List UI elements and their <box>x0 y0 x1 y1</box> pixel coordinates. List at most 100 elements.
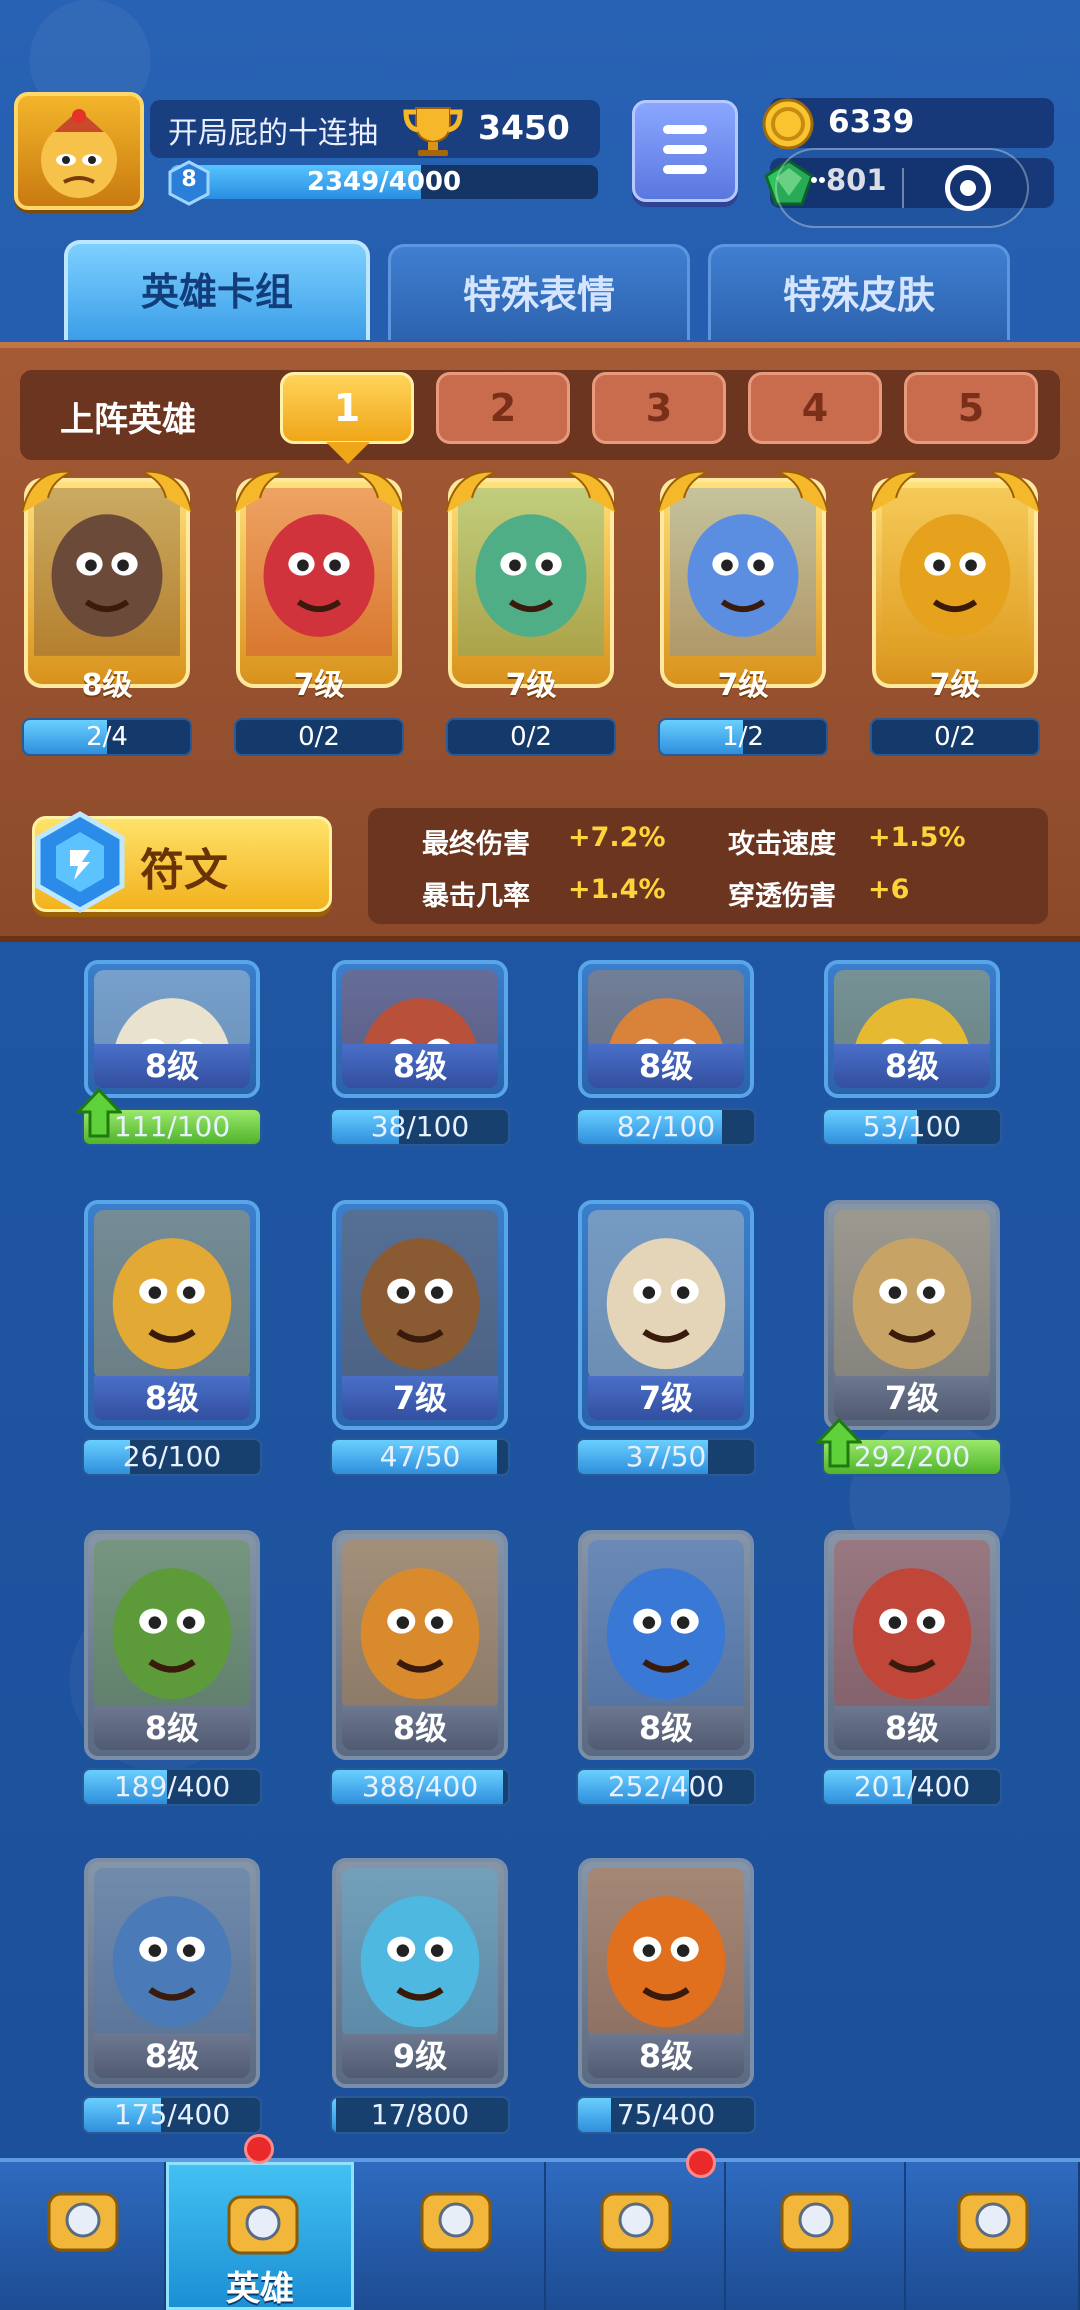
hero-level: 9级 <box>342 2034 498 2078</box>
nav-item[interactable] <box>0 2162 166 2310</box>
gold-dragon-icon <box>445 470 617 514</box>
progress-text: 252/400 <box>607 1770 725 1803</box>
deck-hero-card[interactable] <box>224 458 414 690</box>
stat-value-final-damage: +7.2% <box>568 822 666 853</box>
hero-level: 8级 <box>94 1706 250 1750</box>
nav-item[interactable] <box>366 2162 546 2310</box>
menu-button[interactable] <box>632 100 738 202</box>
deck-hero-level: 7级 <box>929 668 981 703</box>
deck-hero-progress: 0/2 <box>234 718 404 756</box>
tab-special-emotes[interactable]: 特殊表情 <box>388 244 690 340</box>
gold-dragon-icon <box>21 470 193 514</box>
close-target-icon[interactable] <box>945 165 991 211</box>
deck-slot-3[interactable]: 3 <box>592 372 726 444</box>
capsule-divider <box>902 168 904 208</box>
progress-text: 38/100 <box>370 1110 470 1143</box>
stat-value-crit-chance: +1.4% <box>568 874 666 905</box>
trophy-icon <box>403 107 463 156</box>
stat-value-attack-speed: +1.5% <box>868 822 966 853</box>
hero-card-progress: 388/400 <box>330 1768 510 1806</box>
progress-text: 189/400 <box>113 1770 231 1803</box>
gold-dragon-icon <box>869 470 1041 514</box>
nav-item[interactable]: 英雄 <box>166 2162 354 2310</box>
hero-card[interactable]: 8级 <box>84 1858 260 2088</box>
player-avatar[interactable] <box>14 92 144 210</box>
rune-label: 符文 <box>140 845 228 896</box>
avatar-face-icon <box>41 109 117 198</box>
bandit-hero <box>342 970 498 1050</box>
tab-hero-deck[interactable]: 英雄卡组 <box>64 240 370 340</box>
nav-item[interactable] <box>906 2162 1080 2310</box>
hero-card[interactable]: 7级 <box>824 1200 1000 1430</box>
deck-hero-level: 7级 <box>505 668 557 703</box>
deck-slot-2[interactable]: 2 <box>436 372 570 444</box>
menu-line-icon <box>663 165 707 174</box>
hero-level: 8级 <box>588 1044 744 1088</box>
hero-card[interactable]: 8级 <box>578 960 754 1098</box>
menu-line-icon <box>663 145 707 154</box>
hero-card-progress: 26/100 <box>82 1438 262 1476</box>
deck-hero-progress: 2/4 <box>22 718 192 756</box>
deck-hero-card[interactable] <box>648 458 838 690</box>
nav-item[interactable] <box>546 2162 726 2310</box>
deck-slot-1[interactable]: 1 <box>280 372 414 444</box>
hero-level: 8级 <box>834 1706 990 1750</box>
deck-hero-level: 7级 <box>293 668 345 703</box>
progress-text: 388/400 <box>361 1770 479 1803</box>
crown-shield-icon <box>600 2192 672 2252</box>
xp-text: 2349/4000 <box>306 167 462 197</box>
progress-text: 47/50 <box>379 1440 461 1473</box>
progress-text: 0/2 <box>298 722 340 752</box>
progress-text: 0/2 <box>510 722 552 752</box>
hero-card[interactable]: 8级 <box>332 1530 508 1760</box>
hero-card-progress: 53/100 <box>822 1108 1002 1146</box>
hooded-archer-hero <box>94 1540 250 1710</box>
hero-level: 8级 <box>342 1706 498 1750</box>
tab-special-skins[interactable]: 特殊皮肤 <box>708 244 1010 340</box>
miner-hero <box>342 1868 498 2038</box>
deck-slot-4[interactable]: 4 <box>748 372 882 444</box>
hero-card[interactable]: 8级 <box>84 1200 260 1430</box>
trophy-count: 3450 <box>478 108 570 147</box>
progress-text: 2/4 <box>86 722 128 752</box>
hero-level: 7级 <box>342 1376 498 1420</box>
hero-card-progress: 201/400 <box>822 1768 1002 1806</box>
treasure-chest-icon <box>47 2192 119 2252</box>
hero-card-progress: 82/100 <box>576 1108 756 1146</box>
stat-name-attack-speed: 攻击速度 <box>728 829 836 860</box>
more-dots-icon[interactable] <box>810 176 826 184</box>
bear-hero <box>342 1210 498 1380</box>
detective-shark-hero <box>94 1868 250 2038</box>
racer-hero <box>834 970 990 1050</box>
hero-level: 8级 <box>94 1376 250 1420</box>
hero-card[interactable]: 8级 <box>824 960 1000 1098</box>
hero-card[interactable]: 9级 <box>332 1858 508 2088</box>
player-name: 开局屁的十连抽 <box>168 116 378 151</box>
menu-line-icon <box>663 125 707 134</box>
progress-text: 53/100 <box>862 1110 962 1143</box>
progress-text: 201/400 <box>853 1770 971 1803</box>
hero-card[interactable]: 7级 <box>332 1200 508 1430</box>
notification-dot <box>244 2134 274 2164</box>
gold-amount: 6339 <box>828 104 915 140</box>
deck-hero-card[interactable] <box>12 458 202 690</box>
hero-card[interactable]: 8级 <box>84 960 260 1098</box>
hero-card[interactable]: 8级 <box>332 960 508 1098</box>
hero-card[interactable]: 8级 <box>824 1530 1000 1760</box>
hero-level: 7级 <box>588 1376 744 1420</box>
knight-helmet-icon <box>227 2195 299 2255</box>
deck-hero-card[interactable] <box>860 458 1050 690</box>
hero-level: 8级 <box>94 2034 250 2078</box>
hero-card[interactable]: 8级 <box>578 1858 754 2088</box>
hero-level: 8级 <box>342 1044 498 1088</box>
nav-item[interactable] <box>726 2162 906 2310</box>
deck-slot-5[interactable]: 5 <box>904 372 1038 444</box>
hero-card[interactable]: 8级 <box>578 1530 754 1760</box>
hero-card[interactable]: 7级 <box>578 1200 754 1430</box>
hero-card-progress: 189/400 <box>82 1768 262 1806</box>
hero-card[interactable]: 8级 <box>84 1530 260 1760</box>
progress-text: 26/100 <box>122 1440 222 1473</box>
panda-hero <box>588 1210 744 1380</box>
progress-text: 82/100 <box>616 1110 716 1143</box>
deck-hero-card[interactable] <box>436 458 626 690</box>
